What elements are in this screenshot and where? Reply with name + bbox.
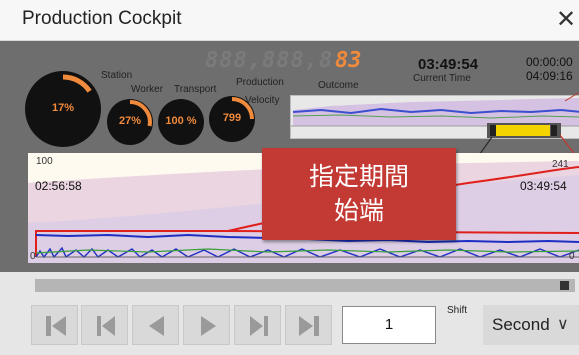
y-max-left: 100 [36,156,53,167]
velocity-label-line2: Velocity [245,95,280,106]
close-icon[interactable]: ✕ [556,5,576,34]
skip-to-last-button[interactable] [285,305,332,345]
transport-gauge: 100 % [158,99,204,145]
y-max-right: 241 [552,159,569,170]
overview-graph [291,98,579,138]
chart-end-time: 03:49:54 [520,179,567,193]
velocity-label-line1: Production [236,77,284,88]
window-title: Production Cockpit [22,8,182,29]
period-start-callout: 指定期間 始端 [262,148,456,240]
page-number-input[interactable]: 1 [342,306,436,344]
outcome-label: Outcome [318,80,359,91]
overview-left-handle[interactable] [490,125,496,136]
transport-label: Transport [174,84,217,95]
worker-value: 27% [118,115,142,127]
step-back-button[interactable] [132,305,179,345]
velocity-value: 799 [222,112,242,124]
outcome-value: 83 [335,48,362,73]
chevron-down-icon: ∨ [557,316,569,333]
previous-page-icon [97,316,115,336]
station-gauge: 17% [25,71,101,147]
next-page-button[interactable] [234,305,281,345]
y-min-left: 0 [30,251,36,262]
clip-start-time: 00:00:00 [526,55,573,69]
shift-label: Shift [447,305,468,316]
play-icon [201,316,216,336]
production-cockpit-window: Production Cockpit ✕ 17% Station 27% Wor… [0,0,579,355]
chart-start-time: 02:56:58 [35,179,82,193]
scrollbar-thumb[interactable] [560,281,569,290]
current-time-value: 03:49:54 [418,56,479,73]
skip-to-first-icon [46,316,66,336]
previous-page-button[interactable] [81,305,128,345]
clip-end-time: 04:09:16 [526,69,573,83]
skip-to-first-button[interactable] [31,305,78,345]
timeline-scrollbar[interactable] [35,279,575,292]
overview-selection[interactable] [496,125,550,136]
y-min-right: 0 [569,251,575,262]
worker-gauge: 27% [107,99,153,145]
station-value: 17% [51,102,75,114]
outcome-inactive-digits: 888,888,8 [205,48,334,73]
callout-line2: 始端 [333,197,384,225]
shift-unit-select[interactable]: Second ∨ [483,305,579,345]
transport-value: 100 % [165,115,197,127]
overview-minimap[interactable] [290,95,579,139]
station-label: Station [101,70,133,81]
worker-label: Worker [131,84,164,95]
overview-right-handle[interactable] [551,125,557,136]
play-button[interactable] [183,305,230,345]
current-time-label: Current Time [413,73,471,84]
callout-line1: 指定期間 [308,163,409,191]
next-page-icon [250,316,268,336]
title-bar: Production Cockpit ✕ [0,0,579,41]
skip-to-last-icon [299,316,319,336]
shift-unit-value: Second [492,315,550,334]
step-back-icon [149,316,164,336]
